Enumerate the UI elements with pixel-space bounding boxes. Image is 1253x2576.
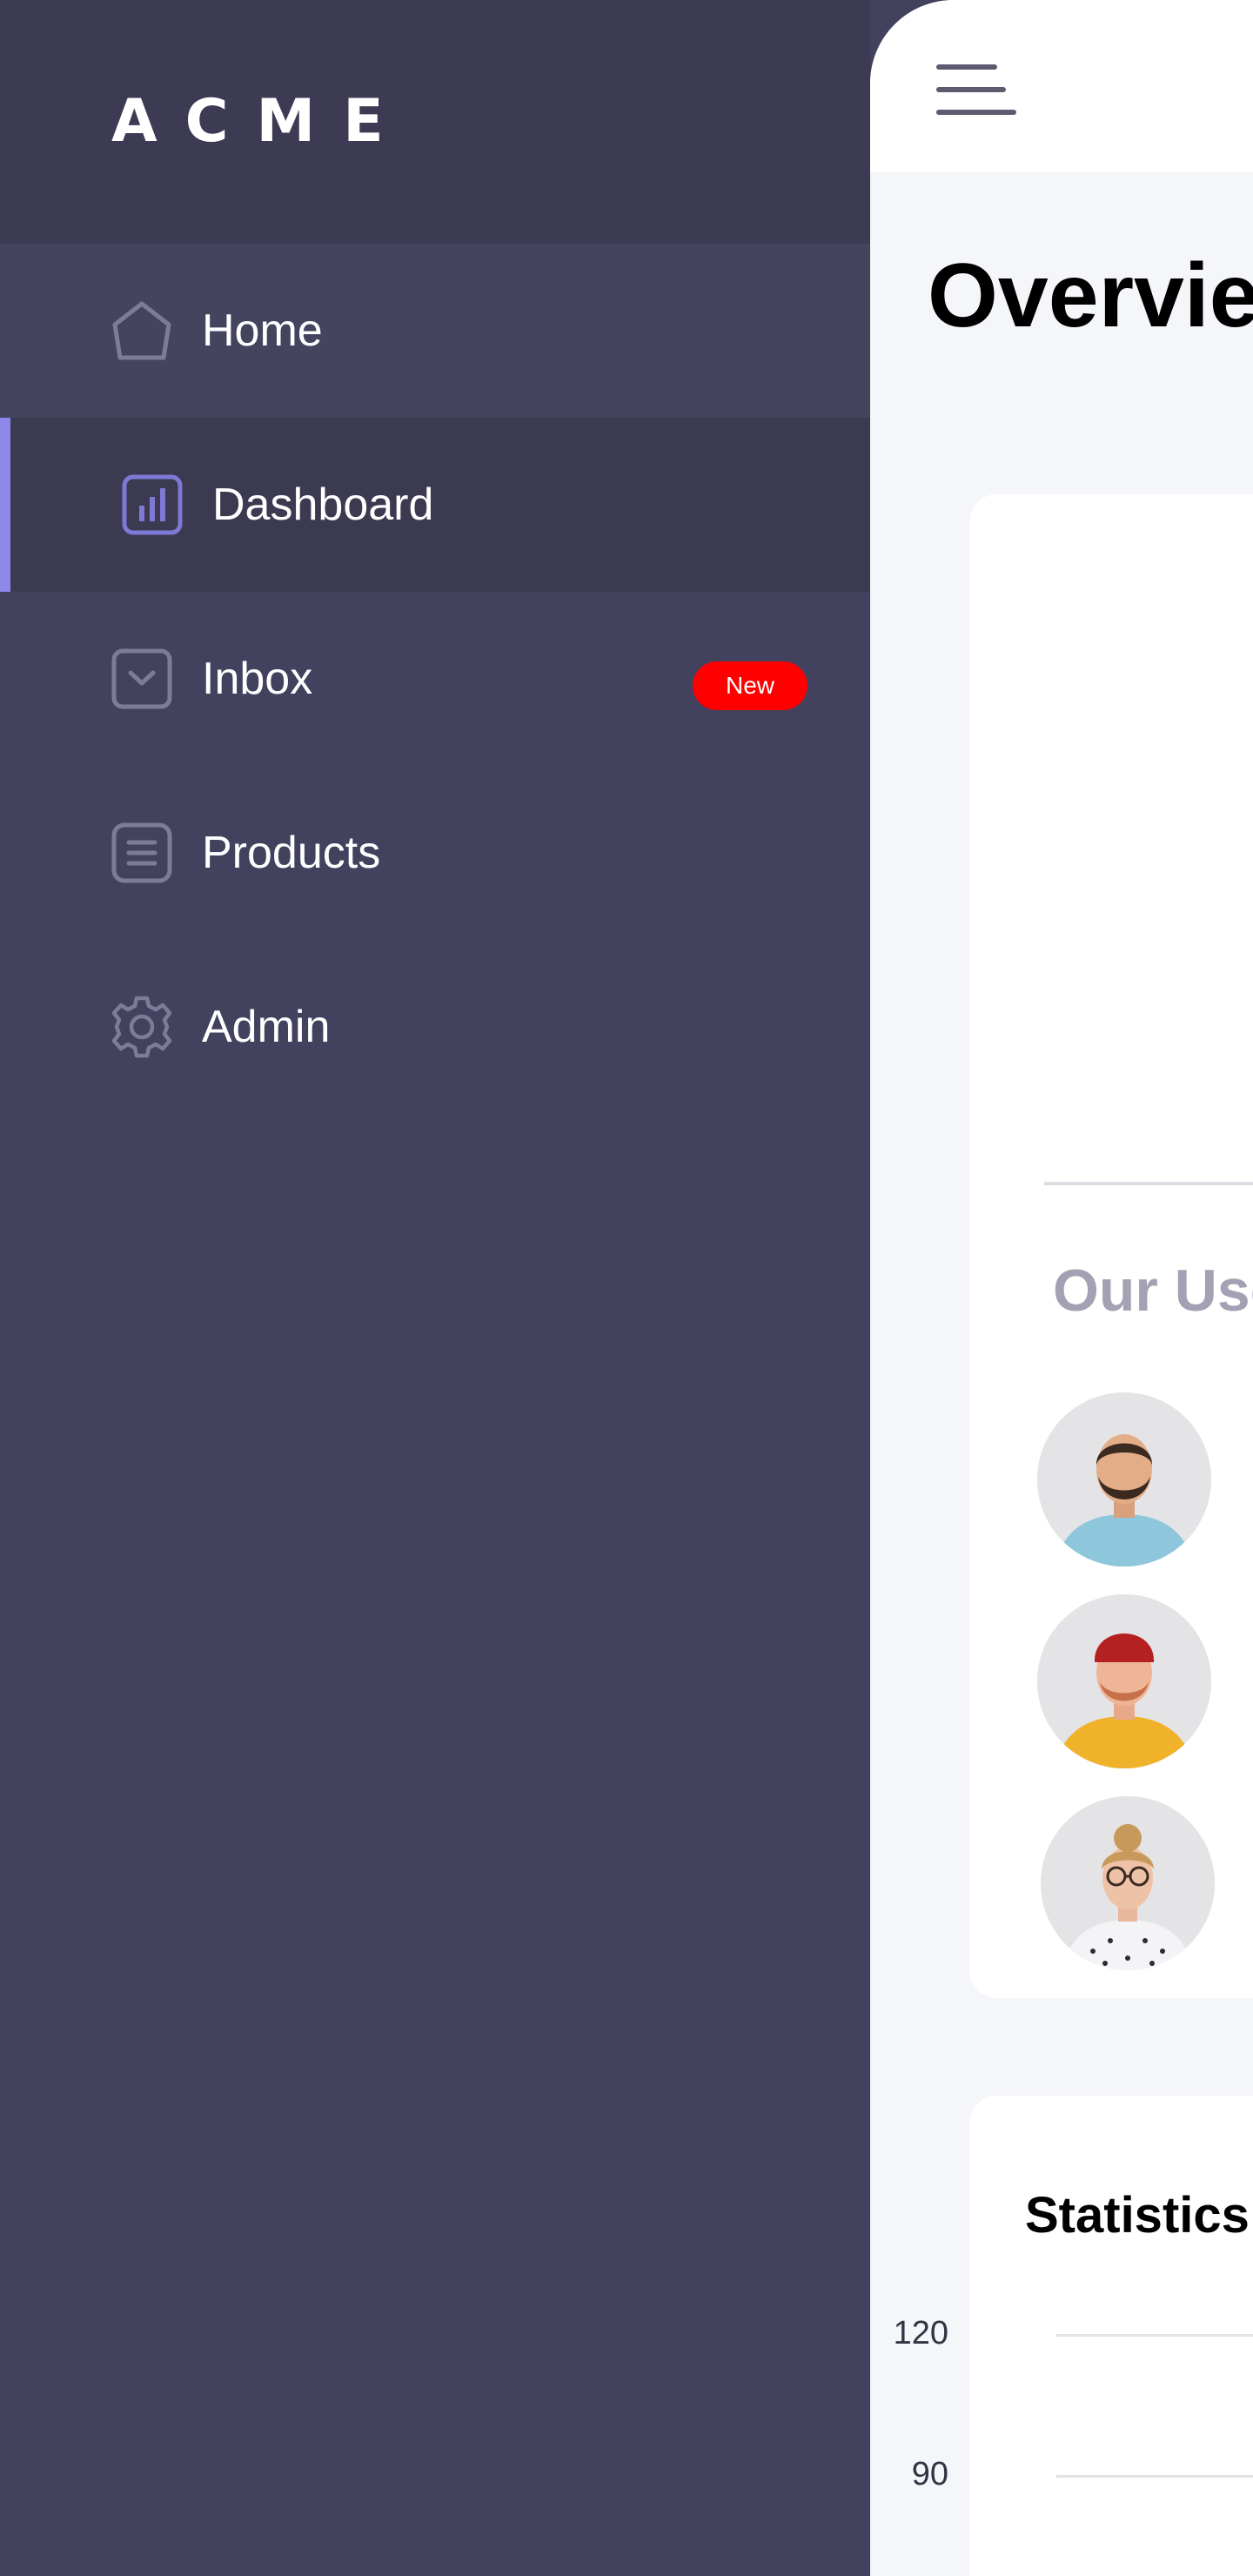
statistics-card: Statistics 120 90 xyxy=(894,2096,1253,2576)
top-bar xyxy=(870,0,1253,172)
overview-card: Our Use xyxy=(969,494,1253,1998)
sidebar: ACME Home Dashboard Inbox New Products A… xyxy=(0,0,870,2576)
grid-line xyxy=(1056,2475,1253,2478)
sidebar-item-inbox[interactable]: Inbox New xyxy=(0,592,870,766)
divider xyxy=(1044,1182,1253,1185)
sidebar-item-dashboard[interactable]: Dashboard xyxy=(0,418,870,592)
inbox-icon xyxy=(110,647,174,711)
sidebar-item-admin[interactable]: Admin xyxy=(0,940,870,1114)
person-avatar-icon xyxy=(1041,1796,1215,1970)
bar-chart-icon xyxy=(120,473,184,537)
home-icon xyxy=(110,299,174,363)
sidebar-item-home[interactable]: Home xyxy=(0,244,870,418)
sidebar-item-label: Products xyxy=(202,828,381,878)
user-avatar[interactable] xyxy=(1037,1594,1211,1768)
sidebar-item-label: Admin xyxy=(202,1002,331,1052)
grid-line xyxy=(1056,2334,1253,2337)
logo-bar: ACME xyxy=(0,0,870,244)
sidebar-item-label: Dashboard xyxy=(212,480,434,530)
user-avatar[interactable] xyxy=(1037,1392,1211,1566)
hamburger-menu-icon[interactable] xyxy=(936,64,1016,117)
users-heading: Our Use xyxy=(1053,1258,1253,1324)
page-title: Overvie xyxy=(928,245,1253,346)
main-panel: Overvie Our Use xyxy=(870,0,1253,2576)
y-tick-label: 120 xyxy=(893,2315,948,2351)
statistics-title: Statistics xyxy=(1025,2187,1250,2244)
person-avatar-icon xyxy=(1037,1594,1211,1768)
active-indicator xyxy=(0,418,10,592)
sidebar-item-label: Home xyxy=(202,305,323,356)
sidebar-item-products[interactable]: Products xyxy=(0,766,870,940)
user-avatar[interactable] xyxy=(1041,1796,1215,1970)
new-badge: New xyxy=(693,661,807,710)
gear-icon xyxy=(110,995,174,1059)
brand-logo[interactable]: ACME xyxy=(111,87,412,156)
document-icon xyxy=(110,821,174,885)
sidebar-item-label: Inbox xyxy=(202,654,313,704)
person-avatar-icon xyxy=(1037,1392,1211,1566)
y-tick-label: 90 xyxy=(911,2456,948,2492)
